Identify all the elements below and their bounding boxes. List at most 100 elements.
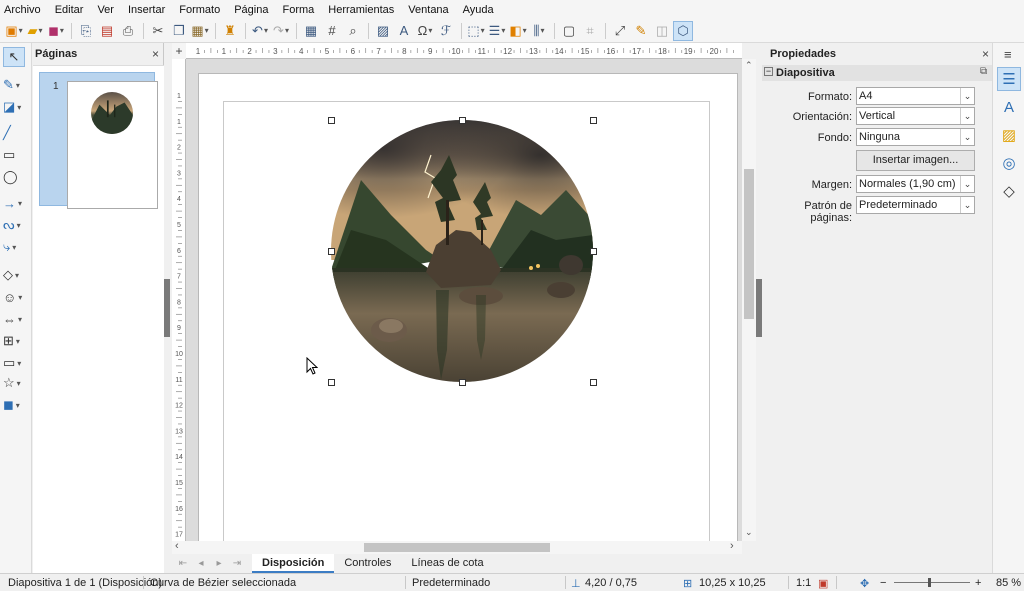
pages-pane-collapse-handle[interactable] [164, 279, 170, 337]
chevron-down-icon[interactable]: ⌄ [960, 129, 974, 145]
special-character-icon[interactable]: Ω [415, 21, 435, 41]
selection-handle-top-center[interactable] [459, 117, 466, 124]
slide-page[interactable] [198, 73, 738, 541]
menu-editar[interactable]: Editar [55, 4, 84, 16]
helplines-icon[interactable]: # [322, 21, 342, 41]
block-arrows-icon[interactable]: ⇔ ▾ [3, 309, 31, 329]
menu-archivo[interactable]: Archivo [4, 4, 41, 16]
print-icon[interactable]: ⎙ [118, 21, 138, 41]
zoom-slider[interactable] [894, 582, 970, 583]
open-folder-icon[interactable]: ▰ [25, 21, 45, 41]
export-pdf-icon[interactable]: ▤ [97, 21, 117, 41]
selection-handle-top-right[interactable] [590, 117, 597, 124]
zoom-in-button[interactable]: + [975, 577, 981, 589]
scroll-left-icon[interactable]: ‹ [175, 540, 179, 552]
scroll-right-icon[interactable]: › [730, 540, 734, 552]
selection-handle-middle-right[interactable] [590, 248, 597, 255]
cut-icon[interactable]: ✂ [148, 21, 168, 41]
line-color-icon[interactable]: ✎ ▾ [3, 75, 31, 95]
vertical-scrollbar-thumb[interactable] [744, 169, 754, 319]
show-draw-functions-icon[interactable]: ⬡ [673, 20, 693, 41]
ruler-origin-icon[interactable]: + [172, 43, 186, 59]
status-scale[interactable]: 1:1 [796, 577, 811, 589]
copy-icon[interactable]: ❐ [169, 21, 189, 41]
circular-landscape-photo[interactable] [331, 120, 593, 382]
3d-objects-icon[interactable]: ◼ ▾ [3, 395, 31, 415]
horizontal-scrollbar-thumb[interactable] [364, 543, 550, 552]
crop-icon[interactable]: ⌗ [580, 21, 600, 41]
page-thumbnail[interactable]: 1 [39, 72, 158, 209]
vertical-ruler[interactable]: 1 1 2 3 4 5 6 7 8 9 10 11 12 13 14 15 16 17 [172, 59, 186, 541]
menu-formato[interactable]: Formato [179, 4, 220, 16]
shapes-deck-icon[interactable]: ◇ [997, 179, 1021, 203]
insert-image-button[interactable]: Insertar imagen... [856, 150, 975, 171]
background-select[interactable]: Ninguna ⌄ [856, 128, 975, 146]
drawing-canvas[interactable] [186, 59, 742, 541]
curves-icon[interactable]: ᔓ ▾ [3, 215, 31, 235]
chevron-down-icon[interactable]: ⌄ [960, 197, 974, 213]
chevron-down-icon[interactable]: ⌄ [960, 108, 974, 124]
undo-icon[interactable]: ↶ [250, 21, 270, 41]
points-icon[interactable]: ⤢ [610, 21, 630, 41]
fontwork-icon[interactable]: ℱ [436, 21, 456, 41]
status-master-page[interactable]: Predeterminado [412, 577, 490, 589]
fit-page-icon[interactable]: ✥ [860, 577, 869, 590]
selection-handle-bottom-right[interactable] [590, 379, 597, 386]
glue-points-icon[interactable]: ✎ [631, 21, 651, 41]
basic-shapes-icon[interactable]: ◇ ▾ [3, 265, 31, 285]
arrow-lines-icon[interactable]: → ▾ [3, 193, 31, 213]
collapse-section-icon[interactable]: − [764, 67, 773, 76]
document-modified-icon[interactable]: ▣ [818, 577, 828, 590]
connectors-icon[interactable]: ⤷ ▾ [3, 237, 31, 257]
align-objects-icon[interactable]: ☰ [487, 21, 507, 41]
horizontal-ruler[interactable]: 1 1 2 3 4 5 6 7 8 9 10 11 12 13 14 15 16 17 18 19 20 [186, 43, 742, 59]
styles-deck-icon[interactable]: A [997, 95, 1021, 119]
save-icon[interactable]: ◼ [46, 21, 66, 41]
zoom-slider-thumb[interactable] [928, 578, 931, 587]
format-select[interactable]: A4 ⌄ [856, 87, 975, 105]
orientation-select[interactable]: Vertical ⌄ [856, 107, 975, 125]
insert-textbox-icon[interactable]: A [394, 21, 414, 41]
tab-disposicion[interactable]: Disposición [252, 554, 335, 573]
arrange-icon[interactable]: ◧ [508, 21, 528, 41]
clone-formatting-icon[interactable]: ♜ [220, 21, 240, 41]
callouts-icon[interactable]: ▭ ▾ [3, 353, 31, 373]
previous-tab-icon[interactable]: ◂ [194, 558, 208, 569]
chevron-down-icon[interactable]: ⌄ [960, 176, 974, 192]
menu-ver[interactable]: Ver [97, 4, 114, 16]
next-tab-icon[interactable]: ▸ [212, 558, 226, 569]
selection-handle-bottom-left[interactable] [328, 379, 335, 386]
symbol-shapes-icon[interactable]: ☺ ▾ [3, 287, 31, 307]
zoom-level[interactable]: 85 % [996, 577, 1021, 589]
tab-controles[interactable]: Controles [334, 554, 401, 573]
grid-icon[interactable]: ▦ [301, 21, 321, 41]
slide-section-header[interactable]: − Diapositiva ⧉ [762, 65, 992, 81]
menu-ventana[interactable]: Ventana [408, 4, 448, 16]
new-document-icon[interactable]: ▣ [4, 21, 24, 41]
scroll-down-icon[interactable]: ⌄ [745, 527, 753, 538]
zoom-pan-icon[interactable]: ⌕ [343, 21, 363, 41]
toggle-extrusion-icon[interactable]: ◫ [652, 21, 672, 41]
redo-icon[interactable]: ↷ [271, 21, 291, 41]
distribute-icon[interactable]: ⫼ [529, 21, 549, 41]
menu-forma[interactable]: Forma [282, 4, 314, 16]
tab-lineas-de-cota[interactable]: Líneas de cota [401, 554, 493, 573]
gallery-deck-icon[interactable]: ▨ [997, 123, 1021, 147]
vertical-scrollbar[interactable]: ⌃ ⌄ [742, 59, 756, 541]
paste-icon[interactable]: ▦ [190, 21, 210, 41]
rectangle-tool-icon[interactable]: ▭ [3, 145, 31, 165]
select-tool-icon[interactable]: ↖ [3, 47, 25, 67]
first-tab-icon[interactable]: ⇤ [176, 558, 190, 569]
line-tool-icon[interactable]: ╱ [3, 123, 31, 143]
flowchart-icon[interactable]: ⊞ ▾ [3, 331, 31, 351]
last-tab-icon[interactable]: ⇥ [230, 558, 244, 569]
insert-image-icon[interactable]: ▨ [373, 21, 393, 41]
selection-handle-middle-left[interactable] [328, 248, 335, 255]
selection-handle-top-left[interactable] [328, 117, 335, 124]
fill-color-icon[interactable]: ◪ ▾ [3, 97, 31, 117]
menu-herramientas[interactable]: Herramientas [328, 4, 394, 16]
selection-handle-bottom-center[interactable] [459, 379, 466, 386]
menu-ayuda[interactable]: Ayuda [463, 4, 494, 16]
navigator-deck-icon[interactable]: ◎ [997, 151, 1021, 175]
margin-select[interactable]: Normales (1,90 cm) ⌄ [856, 175, 975, 193]
